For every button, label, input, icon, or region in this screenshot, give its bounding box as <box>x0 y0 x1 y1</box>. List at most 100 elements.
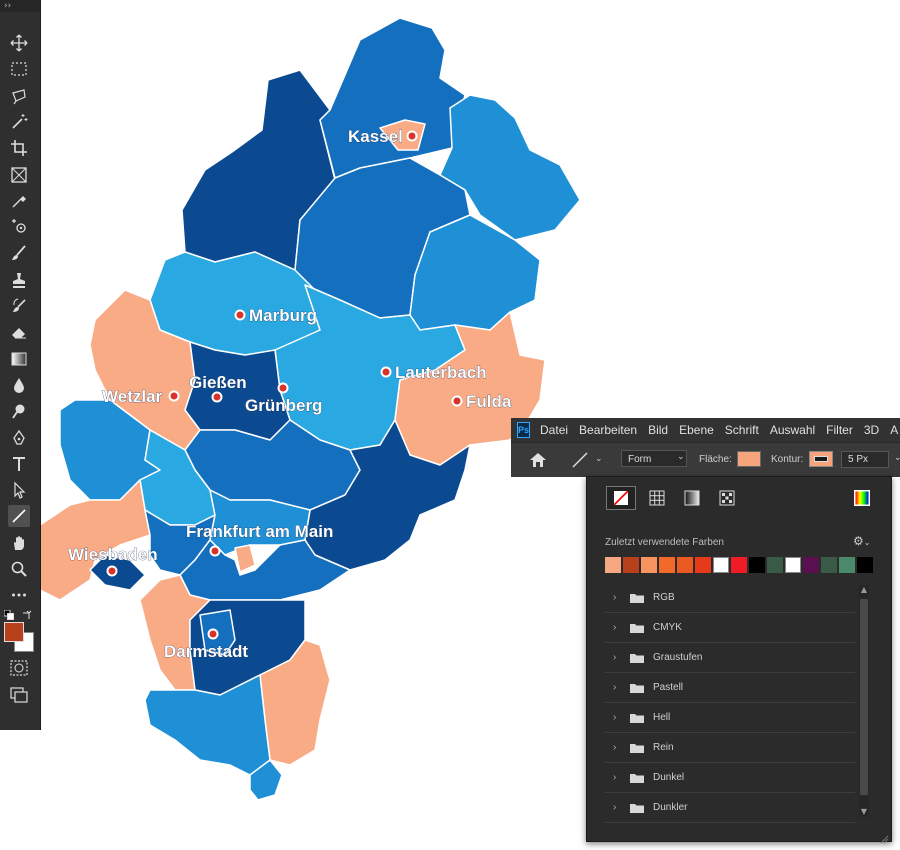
menu-item-ebene[interactable]: Ebene <box>679 423 714 437</box>
fill-color-swatch[interactable] <box>737 451 761 467</box>
recent-color-swatch[interactable] <box>785 557 801 573</box>
menu-item-datei[interactable]: Datei <box>540 423 568 437</box>
frame-icon[interactable] <box>8 164 30 186</box>
swatch-folder-cmyk[interactable]: › CMYK <box>605 613 855 643</box>
swatch-folder-hell[interactable]: › Hell <box>605 703 855 733</box>
recent-color-swatch[interactable] <box>749 557 765 573</box>
stamp-icon[interactable] <box>8 269 30 291</box>
recent-color-swatch[interactable] <box>821 557 837 573</box>
stroke-width-input[interactable]: 5 Px <box>841 451 889 468</box>
resize-grip-icon[interactable] <box>879 829 889 844</box>
gradient-icon[interactable] <box>8 348 30 370</box>
tools-panel: ›› <box>0 0 41 730</box>
photoshop-logo: Ps <box>517 422 531 438</box>
gradient-mode-icon[interactable] <box>677 486 707 510</box>
folder-label: Graustufen <box>653 652 703 663</box>
swatch-folder-dunkler[interactable]: › Dunkler <box>605 793 855 823</box>
home-icon[interactable] <box>529 452 547 468</box>
city-marker-marburg <box>234 309 246 321</box>
menu-item-bild[interactable]: Bild <box>648 423 668 437</box>
chevron-right-icon[interactable]: › <box>613 592 621 603</box>
quick-mask-icon[interactable] <box>10 660 28 680</box>
recent-color-swatch[interactable] <box>623 557 639 573</box>
pattern-mode-icon[interactable] <box>712 486 742 510</box>
foreground-color-swatch[interactable] <box>4 622 24 642</box>
history-brush-icon[interactable] <box>8 295 30 317</box>
swatch-folder-pastell[interactable]: › Pastell <box>605 673 855 703</box>
chevron-right-icon[interactable]: › <box>613 772 621 783</box>
recent-color-swatch[interactable] <box>677 557 693 573</box>
menu-item-filter[interactable]: Filter <box>826 423 853 437</box>
recent-color-swatch[interactable] <box>731 557 747 573</box>
folder-icon <box>630 803 644 813</box>
eraser-icon[interactable] <box>8 321 30 343</box>
swatch-folder-dunkel[interactable]: › Dunkel <box>605 763 855 793</box>
scroll-up-icon[interactable]: ▲ <box>859 585 869 595</box>
recent-color-swatch[interactable] <box>839 557 855 573</box>
lasso-icon[interactable] <box>8 85 30 107</box>
recent-color-swatch[interactable] <box>605 557 621 573</box>
dodge-icon[interactable] <box>8 400 30 422</box>
no-color-button[interactable] <box>606 486 636 510</box>
recent-color-swatch[interactable] <box>767 557 783 573</box>
marquee-icon[interactable] <box>8 58 30 80</box>
chevron-right-icon[interactable]: › <box>613 682 621 693</box>
swatch-folder-rein[interactable]: › Rein <box>605 733 855 763</box>
more-icon[interactable] <box>8 584 30 606</box>
zoom-icon[interactable] <box>8 558 30 580</box>
line-icon[interactable] <box>8 505 30 528</box>
folder-label: Pastell <box>653 682 684 693</box>
move-icon[interactable] <box>8 32 30 54</box>
recent-color-swatch[interactable] <box>695 557 711 573</box>
chevron-right-icon[interactable]: › <box>613 652 621 663</box>
recent-color-swatch[interactable] <box>713 557 729 573</box>
city-label-wetzlar: Wetzlar <box>102 387 163 406</box>
recent-color-swatch[interactable] <box>641 557 657 573</box>
menu-item-auswahl[interactable]: Auswahl <box>770 423 815 437</box>
scroll-thumb[interactable] <box>860 599 868 795</box>
folder-icon <box>630 743 644 753</box>
swatch-folder-list: › RGB › CMYK › Graustufen › Pastell › Hell › Rein › D… <box>605 583 855 823</box>
folder-list-scrollbar[interactable]: ▲ ▼ <box>859 585 869 817</box>
crop-icon[interactable] <box>8 137 30 159</box>
recent-color-swatch[interactable] <box>857 557 873 573</box>
chevron-right-icon[interactable]: › <box>613 802 621 813</box>
menu-item-3d[interactable]: 3D <box>864 423 879 437</box>
type-icon[interactable] <box>8 453 30 475</box>
menu-item-bearbeiten[interactable]: Bearbeiten <box>579 423 637 437</box>
hand-icon[interactable] <box>8 532 30 554</box>
chevron-right-icon[interactable]: › <box>613 742 621 753</box>
swatch-folder-graustufen[interactable]: › Graustufen <box>605 643 855 673</box>
path-select-icon[interactable] <box>8 479 30 501</box>
menu-item-a[interactable]: A <box>890 423 898 437</box>
gear-icon[interactable]: ⚙⌄ <box>853 534 870 548</box>
chevron-right-icon[interactable]: › <box>613 712 621 723</box>
city-label-frankfurt: Frankfurt am Main <box>186 522 333 541</box>
brush-icon[interactable] <box>8 242 30 264</box>
magic-wand-icon[interactable] <box>8 111 30 133</box>
pen-icon[interactable] <box>8 427 30 449</box>
toolbar-grip[interactable]: ›› <box>0 0 40 12</box>
eyedropper-icon[interactable] <box>8 190 30 212</box>
line-tool-preset-icon[interactable] <box>571 451 589 469</box>
stroke-color-swatch[interactable] <box>809 451 833 467</box>
recent-color-swatch[interactable] <box>803 557 819 573</box>
swatch-folder-rgb[interactable]: › RGB <box>605 583 855 613</box>
recent-color-swatch[interactable] <box>659 557 675 573</box>
solid-color-grid-icon[interactable] <box>642 486 672 510</box>
preset-chevron-down-icon[interactable]: ⌄ <box>595 454 603 464</box>
city-marker-wiesbaden <box>106 565 118 577</box>
blur-icon[interactable] <box>8 374 30 396</box>
screen-mode-icon[interactable] <box>10 687 28 707</box>
recent-colors-label: Zuletzt verwendete Farben <box>605 537 724 548</box>
city-label-lauterbach: Lauterbach <box>395 363 487 382</box>
healing-icon[interactable] <box>8 216 30 238</box>
menu-item-schrift[interactable]: Schrift <box>725 423 759 437</box>
stroke-width-chevron-down-icon[interactable]: ⌄ <box>894 453 900 463</box>
scroll-down-icon[interactable]: ▼ <box>859 807 869 817</box>
region-kassel-land <box>319 17 466 179</box>
chevron-right-icon[interactable]: › <box>613 622 621 633</box>
city-label-gruenberg: Grünberg <box>245 396 322 415</box>
folder-label: Hell <box>653 712 671 723</box>
color-picker-icon[interactable] <box>847 486 877 510</box>
